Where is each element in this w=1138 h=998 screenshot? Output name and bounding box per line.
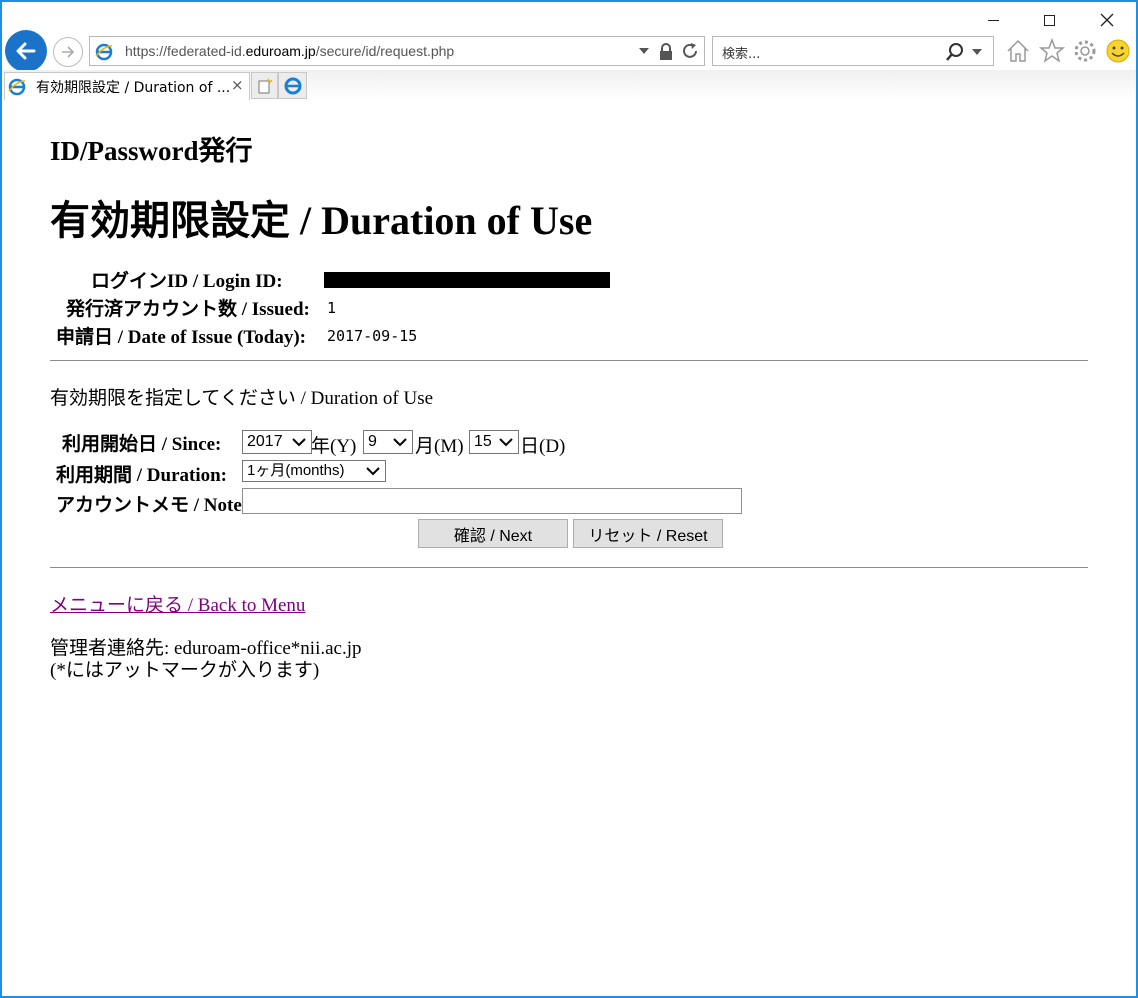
new-tab-icon <box>258 78 273 93</box>
page-subtitle: ID/Password発行 <box>50 136 253 166</box>
next-button[interactable]: 確認 / Next <box>418 519 568 548</box>
address-bar[interactable]: https://federated-id.eduroam.jp/secure/i… <box>89 36 705 66</box>
duration-label: 利用期間 / Duration: <box>56 465 228 486</box>
divider <box>50 567 1088 568</box>
duration-select-value: 1ヶ月(months) <box>247 462 345 479</box>
dropdown-arrow-icon[interactable] <box>638 46 650 56</box>
new-tab-button[interactable] <box>251 72 278 99</box>
year-select-value: 2017 <box>247 433 283 450</box>
search-box[interactable]: 検索... <box>712 36 994 66</box>
issued-label: 発行済アカウント数 / Issued: <box>66 299 310 320</box>
year-unit: 年(Y) <box>311 436 357 457</box>
ie-tab-icon <box>8 78 26 96</box>
address-url: https://federated-id.eduroam.jp/secure/i… <box>125 43 455 59</box>
arrow-right-icon <box>62 46 75 58</box>
day-unit: 日(D) <box>520 436 566 457</box>
ie-icon <box>95 43 113 61</box>
tab-title: 有効期限設定 / Duration of ... <box>36 80 231 96</box>
back-button[interactable] <box>5 30 47 72</box>
arrow-left-icon <box>16 42 36 60</box>
chevron-down-icon <box>366 467 380 476</box>
tab-active[interactable]: 有効期限設定 / Duration of ... × <box>4 72 250 100</box>
login-id-redacted-value <box>324 272 610 288</box>
chevron-down-icon <box>393 438 407 447</box>
search-input[interactable]: 検索... <box>722 43 760 62</box>
forward-button[interactable] <box>53 37 83 67</box>
search-dropdown-icon[interactable] <box>971 47 983 57</box>
home-icon[interactable] <box>1005 38 1031 64</box>
date-of-issue-label: 申請日 / Date of Issue (Today): <box>56 327 306 348</box>
login-id-label: ログインID / Login ID: <box>91 271 283 292</box>
admin-contact-note: (*にはアットマークが入ります) <box>50 660 320 681</box>
close-icon <box>1100 13 1114 27</box>
close-window-button[interactable] <box>1084 6 1130 34</box>
date-of-issue-value: 2017-09-15 <box>327 327 418 345</box>
maximize-button[interactable] <box>1026 6 1072 34</box>
divider <box>50 360 1088 361</box>
edge-icon <box>284 77 301 94</box>
edge-tab-button[interactable] <box>278 72 307 99</box>
reset-button[interactable]: リセット / Reset <box>573 519 723 548</box>
settings-gear-icon[interactable] <box>1072 38 1098 64</box>
since-label: 利用開始日 / Since: <box>62 434 222 455</box>
chevron-down-icon <box>499 438 513 447</box>
chevron-down-icon <box>292 438 306 447</box>
maximize-icon <box>1043 14 1055 26</box>
duration-instruction: 有効期限を指定してください / Duration of Use <box>50 388 434 409</box>
lock-icon[interactable] <box>658 43 674 61</box>
day-select[interactable]: 15 <box>469 430 519 454</box>
tab-close-icon[interactable]: × <box>231 76 244 94</box>
minimize-icon <box>987 19 999 21</box>
duration-select[interactable]: 1ヶ月(months) <box>242 460 386 482</box>
favorites-star-icon[interactable] <box>1039 38 1065 64</box>
note-input[interactable] <box>242 488 742 514</box>
month-unit: 月(M) <box>415 436 464 457</box>
day-select-value: 15 <box>474 433 492 450</box>
search-icon[interactable] <box>945 42 965 62</box>
page-title: 有効期限設定 / Duration of Use <box>50 198 593 243</box>
note-label: アカウントメモ / Note: <box>56 495 249 516</box>
year-select[interactable]: 2017 <box>242 430 312 454</box>
refresh-icon[interactable] <box>681 42 699 60</box>
back-to-menu-link[interactable]: メニューに戻る / Back to Menu <box>50 590 305 617</box>
month-select[interactable]: 9 <box>363 430 413 454</box>
issued-value: 1 <box>327 299 337 317</box>
browser-window: https://federated-id.eduroam.jp/secure/i… <box>0 0 1138 998</box>
month-select-value: 9 <box>368 433 377 450</box>
minimize-button[interactable] <box>970 6 1016 34</box>
feedback-smiley-icon[interactable] <box>1105 38 1131 64</box>
